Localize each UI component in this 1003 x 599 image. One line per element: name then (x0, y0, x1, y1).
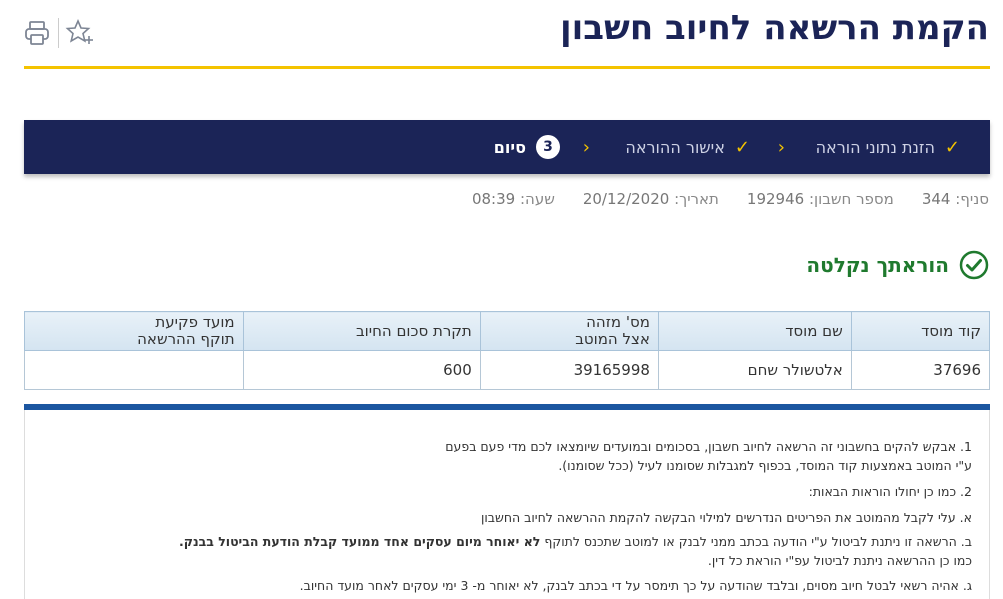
terms-paragraph-4b: כמו כן ההרשאה ניתנת לביטול עפ"י הוראת כל… (707, 553, 972, 568)
terms-paragraph-3: א. עלי לקבל מהמוטב את הפריטים הנדרשים למ… (480, 510, 972, 525)
checkmark-icon: ✓ (734, 136, 750, 158)
toolbar-divider (58, 18, 59, 48)
account-label: מספר חשבון: (808, 190, 894, 208)
step-label: הזנת נתוני הוראה (815, 137, 935, 157)
terms-paragraph-1b: ע"י המוטב באמצעות קוד המוסד, בכפוף למגבל… (558, 458, 972, 473)
success-text: הוראתך נקלטה (806, 253, 949, 277)
checkmark-icon: ✓ (944, 136, 960, 158)
time-value: 08:39 (471, 190, 516, 208)
header: הקמת הרשאה לחיוב חשבון (0, 0, 1003, 70)
date-info: תאריך: 20/12/2020 (583, 190, 719, 208)
step-2: ✓ אישור ההוראה (625, 120, 750, 174)
time-info: שעה: 08:39 (472, 190, 555, 208)
step-number: 3 (536, 135, 560, 159)
favorite-button[interactable] (65, 18, 95, 48)
page-title: הקמת הרשאה לחיוב חשבון (559, 8, 989, 48)
terms-section: 1. אבקש להקים בחשבוני זה הרשאה לחיוב חשב… (24, 410, 990, 599)
terms-paragraph-4a: ב. הרשאה זו ניתנת לביטול ע"י הודעה בכתב … (52, 532, 972, 551)
chevron-left-icon: ‹ (582, 136, 590, 158)
page: הקמת הרשאה לחיוב חשבון ✓ הזנת נתוני הורא… (0, 0, 1003, 599)
cell-institution-name: אלטשולר שחם (657, 350, 852, 390)
header-institution-code: קוד מוסד (850, 311, 991, 351)
step-label: אישור ההוראה (625, 137, 725, 157)
terms-bold-text: לא יאוחר מיום עסקים אחד ממועד קבלת הודעת… (179, 534, 541, 549)
terms-paragraph-2: 2. כמו כן יחולו הוראות הבאות: (808, 484, 972, 499)
success-message: הוראתך נקלטה (806, 250, 989, 280)
terms-paragraph-1a: 1. אבקש להקים בחשבוני זה הרשאה לחיוב חשב… (445, 439, 972, 454)
account-number-info: מספר חשבון: 192946 (747, 190, 894, 208)
branch-info: סניף: 344 (922, 190, 989, 208)
step-label: סיום (493, 137, 526, 157)
cell-beneficiary-id: 39165998 (479, 350, 659, 390)
date-value: 20/12/2020 (582, 190, 670, 208)
chevron-left-icon: ‹ (777, 136, 785, 158)
header-institution-name: שם מוסד (657, 311, 852, 351)
account-value: 192946 (746, 190, 805, 208)
date-label: תאריך: (674, 190, 719, 208)
authorization-table: קוד מוסד שם מוסד מס' מזהה אצל המוטב תקרת… (24, 311, 991, 390)
time-label: שעה: (519, 190, 555, 208)
title-underline (24, 66, 990, 69)
table-header-row: קוד מוסד שם מוסד מס' מזהה אצל המוטב תקרת… (24, 311, 991, 351)
print-button[interactable] (22, 18, 52, 48)
header-charge-limit: תקרת סכום החיוב (242, 311, 481, 351)
header-beneficiary-id: מס' מזהה אצל המוטב (479, 311, 659, 351)
cell-institution-code: 37696 (850, 350, 991, 390)
printer-icon (25, 21, 49, 45)
cell-expiry-date (24, 350, 244, 390)
table-row: 37696 אלטשולר שחם 39165998 600 (24, 350, 991, 390)
account-info: סניף: 344 מספר חשבון: 192946 תאריך: 20/1… (472, 190, 989, 208)
terms-paragraph-5: ג. אהיה רשאי לבטל חיוב מסוים, ובלבד שהוד… (299, 578, 972, 593)
step-1: ✓ הזנת נתוני הוראה (816, 120, 960, 174)
header-expiry-date: מועד פקיעת תוקף ההרשאה (24, 311, 244, 351)
check-circle-icon (959, 250, 989, 280)
step-3: 3 סיום (494, 120, 560, 174)
branch-value: 344 (921, 190, 951, 208)
star-plus-icon (65, 18, 93, 44)
cell-charge-limit: 600 (242, 350, 481, 390)
progress-stepper: ✓ הזנת נתוני הוראה ‹ ✓ אישור ההוראה ‹ 3 … (24, 120, 990, 174)
terms-text: ב. הרשאה זו ניתנת לביטול ע"י הודעה בכתב … (540, 534, 972, 549)
branch-label: סניף: (955, 190, 989, 208)
